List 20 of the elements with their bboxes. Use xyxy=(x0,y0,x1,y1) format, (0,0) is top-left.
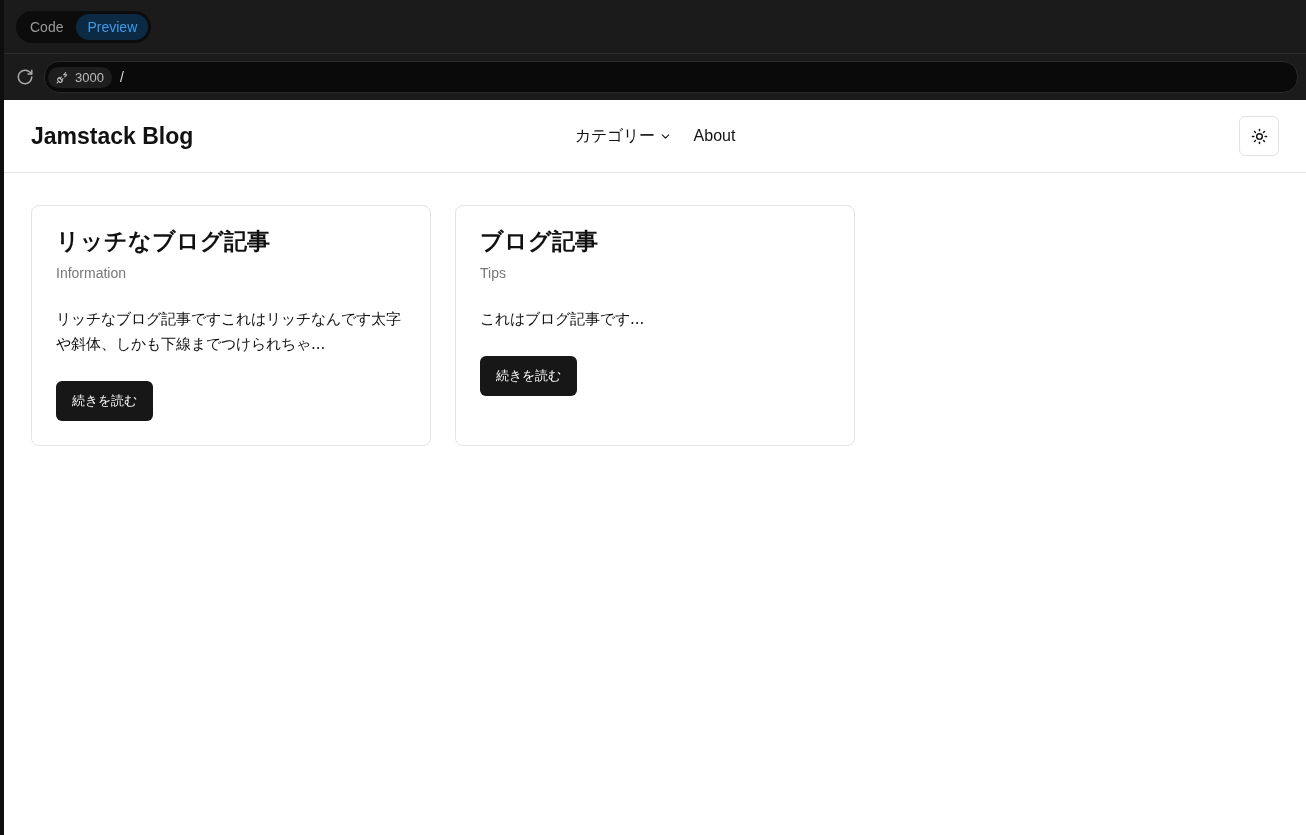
reload-icon[interactable] xyxy=(16,68,34,86)
post-title: ブログ記事 xyxy=(480,227,599,256)
post-category: Information xyxy=(56,265,128,281)
nav-link[interactable]: カテゴリー xyxy=(574,125,672,147)
read-more-button[interactable]: 続きを読む xyxy=(480,356,577,396)
site-title[interactable]: Jamstack Blog xyxy=(31,122,451,150)
theme-toggle-button[interactable] xyxy=(1239,116,1279,156)
sun-icon xyxy=(1250,127,1268,145)
view-tab[interactable]: Preview xyxy=(76,13,149,40)
post-excerpt: これはブログ記事です... xyxy=(480,309,646,330)
post-category: Tips xyxy=(480,265,507,281)
post-excerpt: リッチなブログ記事ですこれはリッチなんです太字や斜体、しかも下線までつけられちゃ... xyxy=(56,309,402,355)
read-more-button[interactable]: 続きを読む xyxy=(56,381,153,421)
nav-link[interactable]: About xyxy=(693,127,736,145)
port-badge: 3000 xyxy=(48,66,112,88)
post-title: リッチなブログ記事 xyxy=(56,227,271,256)
url-path: / xyxy=(119,69,124,85)
address-field[interactable]: 3000 / xyxy=(44,61,1298,93)
plug-icon xyxy=(56,70,69,84)
view-tab[interactable]: Code xyxy=(19,13,75,40)
